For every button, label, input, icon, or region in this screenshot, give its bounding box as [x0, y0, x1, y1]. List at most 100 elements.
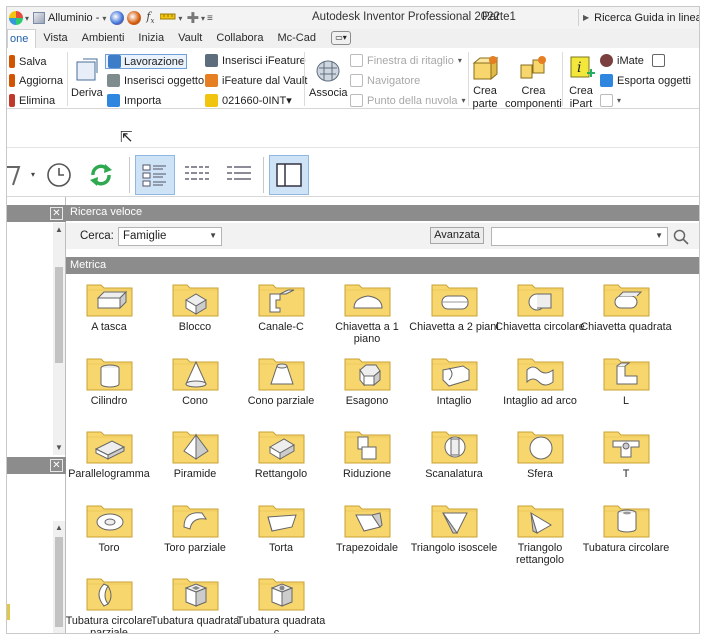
associa-button[interactable]: Associa — [309, 56, 348, 100]
close-icon[interactable]: ✕ — [50, 207, 63, 220]
family-item[interactable]: T — [583, 427, 669, 480]
imate-button[interactable]: iMate — [600, 54, 665, 67]
filter-icon — [7, 166, 21, 186]
make-components-icon — [520, 56, 547, 79]
close-icon[interactable]: ✕ — [50, 459, 63, 472]
aggiorna-button[interactable]: Aggiorna — [9, 74, 63, 87]
family-item[interactable]: Cono — [152, 354, 238, 407]
family-item[interactable]: Chiavetta circolare — [495, 280, 585, 333]
tree-view-toggle-button[interactable] — [269, 155, 309, 195]
adjust-appearance-icon[interactable] — [110, 11, 125, 25]
family-item[interactable]: Triangolo isoscele — [411, 501, 497, 554]
tab-mc-cad[interactable]: Mc-Cad — [270, 29, 323, 48]
folder-icon — [603, 427, 650, 464]
family-item[interactable]: Tubatura quadrata — [151, 574, 239, 627]
search-icon[interactable] — [673, 229, 689, 245]
family-item[interactable]: Chiavetta quadrata — [580, 280, 672, 333]
refresh-button[interactable] — [81, 155, 121, 195]
family-item[interactable]: Trapezoidale — [324, 501, 410, 554]
tab-vista[interactable]: Vista — [36, 29, 74, 48]
tab-collabora[interactable]: Collabora — [209, 29, 270, 48]
chevron-down-icon[interactable]: ▾ — [31, 170, 35, 179]
family-item[interactable]: Canale-C — [238, 280, 324, 333]
finestra-ritaglio-button[interactable]: Finestra di ritaglio ▾ — [350, 54, 462, 67]
formula-icon[interactable]: fx — [146, 10, 154, 25]
folder-icon — [258, 280, 305, 317]
customize-icon[interactable]: ≡ — [207, 13, 213, 24]
family-item[interactable]: Cilindro — [66, 354, 152, 407]
codice-dropdown[interactable]: 021660-0INT▾ — [205, 94, 292, 107]
detail-view-button[interactable] — [219, 155, 259, 195]
punto-nuvola-button[interactable]: Punto della nuvola ▾ — [350, 94, 466, 107]
ribbon-options-button[interactable]: ▭▾ — [330, 31, 351, 45]
family-item[interactable]: Sfera — [497, 427, 583, 480]
family-item[interactable]: Tubatura quadrata c... — [237, 574, 325, 633]
family-item[interactable]: Tubatura circolare parziale — [66, 574, 152, 633]
lavorazione-button[interactable]: Lavorazione — [105, 54, 187, 69]
chevron-down-icon[interactable]: ▾ — [178, 14, 182, 23]
list-view-button[interactable] — [177, 155, 217, 195]
folder-icon — [172, 354, 219, 391]
filter-button[interactable] — [7, 155, 33, 195]
family-item-label: Canale-C — [258, 321, 304, 333]
clear-appearance-icon[interactable] — [127, 11, 142, 25]
inserisci-oggetto-button[interactable]: Inserisci oggetto — [107, 74, 204, 87]
family-item[interactable]: Intaglio — [411, 354, 497, 407]
chevron-down-icon[interactable]: ▾ — [201, 14, 205, 23]
family-item[interactable]: Intaglio ad arco — [497, 354, 583, 407]
tab-ambienti[interactable]: Ambienti — [75, 29, 132, 48]
deriva-button[interactable]: Deriva — [71, 56, 103, 100]
search-scope-dropdown[interactable]: Famiglie ▼ — [118, 227, 222, 246]
family-item[interactable]: Piramide — [152, 427, 238, 480]
inserisci-ifeature-button[interactable]: Inserisci iFeature — [205, 54, 306, 67]
elimina-button[interactable]: Elimina — [9, 94, 55, 107]
tree-scrollbar[interactable]: ▲ ▼ — [53, 223, 65, 455]
history-button[interactable] — [39, 155, 79, 195]
table-options-button[interactable]: ▾ — [600, 94, 621, 107]
crea-componenti-button[interactable]: Crea componenti — [505, 54, 562, 111]
thumbnail-view-button[interactable] — [135, 155, 175, 195]
material-selector[interactable]: Alluminio - ▾ — [33, 12, 106, 24]
family-item[interactable]: Riduzione — [324, 427, 410, 480]
appearance-icon[interactable] — [9, 11, 23, 25]
detail-view-icon — [227, 166, 251, 180]
family-item[interactable]: Chiavetta a 1 piano — [324, 280, 410, 345]
family-item[interactable]: Scanalatura — [411, 427, 497, 480]
ifeature-vault-button[interactable]: iFeature dal Vault — [205, 74, 307, 87]
family-item[interactable]: L — [583, 354, 669, 407]
family-item[interactable]: Tubatura circolare — [583, 501, 669, 554]
family-item[interactable]: Chiavetta a 2 piani — [409, 280, 499, 333]
chevron-up-icon[interactable]: ▲ — [55, 523, 63, 532]
advanced-search-button[interactable]: Avanzata — [430, 227, 484, 244]
family-item[interactable]: Parallelogramma — [66, 427, 152, 480]
esporta-oggetti-button[interactable]: Esporta oggetti — [600, 74, 691, 87]
family-item[interactable]: Cono parziale — [238, 354, 324, 407]
family-item[interactable]: Triangolo rettangolo — [497, 501, 583, 566]
family-item[interactable]: A tasca — [66, 280, 152, 333]
family-item[interactable]: Blocco — [152, 280, 238, 333]
search-input[interactable]: ▼ — [491, 227, 668, 246]
tab-inizia[interactable]: Inizia — [131, 29, 171, 48]
crea-parte-button[interactable]: Crea parte — [471, 54, 499, 111]
tab-vault[interactable]: Vault — [171, 29, 209, 48]
scroll-thumb[interactable] — [55, 537, 63, 627]
chevron-down-icon[interactable]: ▼ — [655, 231, 663, 240]
crea-ipart-button[interactable]: i Crea iPart — [567, 54, 595, 111]
scroll-thumb[interactable] — [55, 267, 63, 363]
measure-icon[interactable] — [159, 12, 176, 25]
family-item[interactable]: Rettangolo — [238, 427, 324, 480]
importa-button[interactable]: Importa — [107, 94, 161, 107]
chevron-down-icon[interactable]: ▼ — [55, 443, 63, 452]
chevron-down-icon[interactable]: ▾ — [25, 14, 29, 23]
panel-layout-icon — [276, 163, 302, 187]
family-item[interactable]: Toro parziale — [152, 501, 238, 554]
salva-button[interactable]: Salva — [9, 55, 47, 68]
family-item[interactable]: Torta — [238, 501, 324, 554]
add-icon[interactable]: ✚ — [186, 9, 199, 27]
family-item[interactable]: Toro — [66, 501, 152, 554]
navigatore-button[interactable]: Navigatore — [350, 74, 420, 87]
help-search-box[interactable]: ▶ Ricerca Guida in linea e c — [578, 9, 699, 26]
chevron-up-icon[interactable]: ▲ — [55, 225, 63, 234]
tab-gestione[interactable]: one — [7, 29, 37, 48]
family-item[interactable]: Esagono — [324, 354, 410, 407]
